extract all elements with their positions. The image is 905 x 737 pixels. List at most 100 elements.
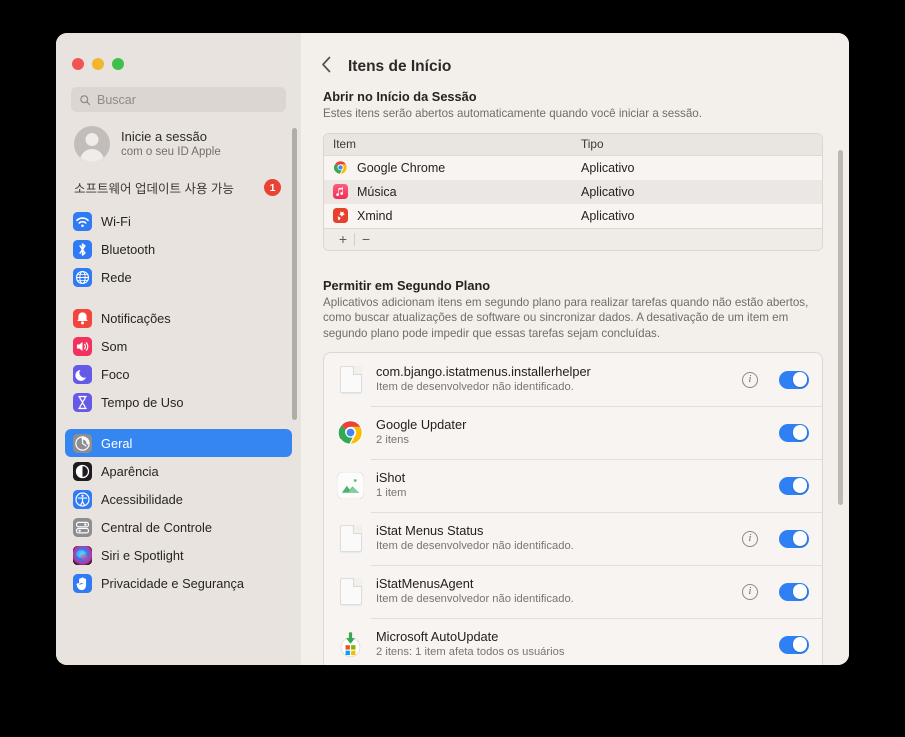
remove-item-button[interactable]: − [355,232,377,246]
sidebar-item-som[interactable]: Som [65,332,292,360]
background-item-name: iStat Menus Status [376,523,484,538]
sidebar-scrollbar[interactable] [292,128,297,420]
sidebar-item-geral[interactable]: Geral [65,429,292,457]
document-icon [337,578,364,605]
background-item-toggle[interactable] [779,423,809,442]
sidebar-item-label: Tempo de Uso [101,394,184,410]
sidebar-item-label: Bluetooth [101,241,156,257]
search-container: Buscar [56,75,301,112]
startup-item-type: Aplicativo [581,160,635,175]
background-items-list: com.bjango.istatmenus.installerhelper Ite… [323,352,823,665]
sidebar-item-apar-ncia[interactable]: Aparência [65,457,292,485]
status-badge: 1 [264,179,281,196]
sidebar-item-foco[interactable]: Foco [65,360,292,388]
background-item-toggle[interactable] [779,529,809,548]
sidebar-item-label: Notificações [101,310,171,326]
add-item-button[interactable]: + [332,232,354,246]
gear-icon [73,433,92,453]
apple-id-signin[interactable]: Inicie a sessão com o seu ID Apple [56,112,301,172]
sidebar-item-label: Som [101,338,128,354]
sidebar-item-wi-fi[interactable]: Wi-Fi [65,207,292,235]
background-item-subtitle: 2 itens: 1 item afeta todos os usuários [376,646,565,658]
close-button[interactable] [72,58,84,70]
software-update-label: 소프트웨어 업데이트 사용 가능 [74,182,234,196]
background-item-name: Microsoft AutoUpdate [376,629,499,644]
table-row[interactable]: Google Chrome Aplicativo [324,156,822,180]
background-section-description: Aplicativos adicionam itens em segundo p… [323,295,809,340]
document-icon [337,366,364,393]
sidebar-item-rede[interactable]: Rede [65,263,292,291]
table-row[interactable]: Xmind Aplicativo [324,204,822,228]
startup-item-type: Aplicativo [581,184,635,199]
sidebar-item-label: Wi-Fi [101,213,131,229]
background-item-toggle[interactable] [779,582,809,601]
wifi-icon [73,211,92,231]
chrome-icon [333,160,348,175]
info-icon[interactable]: i [742,371,758,388]
background-item-subtitle: Item de desenvolvedor não identificado. [376,381,574,393]
siri-icon [73,545,92,565]
background-item-row: Microsoft AutoUpdate 2 itens: 1 item afet… [324,618,822,665]
settings-scroll-area: Abrir no Início da Sessão Estes itens se… [301,81,849,665]
sidebar-item-privacidade-e-seguran-a[interactable]: Privacidade e Segurança [65,569,292,597]
table-row[interactable]: Música Aplicativo [324,179,822,204]
avatar [74,126,110,162]
xmind-icon [333,208,348,223]
sidebar-item-notifica-es[interactable]: Notificações [65,304,292,332]
column-header-type: Tipo [581,137,604,151]
sidebar-item-bluetooth[interactable]: Bluetooth [65,235,292,263]
sidebar-item-tempo-de-uso[interactable]: Tempo de Uso [65,388,292,416]
background-section-title: Permitir em Segundo Plano [323,277,491,293]
software-update-notice[interactable]: 소프트웨어 업데이트 사용 가능 1 [56,172,301,201]
document-icon [337,525,364,552]
background-item-row: Google Updater 2 itens [324,406,822,459]
zoom-button[interactable] [112,58,124,70]
table-footer: + − [324,227,822,250]
signin-title: Inicie a sessão [121,128,207,144]
bell-icon [73,308,92,328]
startup-item-name: Música [357,184,397,199]
info-icon[interactable]: i [742,583,758,600]
sidebar-item-label: Siri e Spotlight [101,547,184,563]
sidebar-group-0: Wi-Fi Bluetooth Rede [56,207,301,291]
appearance-icon [73,461,92,481]
sidebar-item-acessibilidade[interactable]: Acessibilidade [65,485,292,513]
hand-icon [73,573,92,593]
main-content: Itens de Início Abrir no Início da Sessã… [301,33,849,665]
sidebar-item-label: Acessibilidade [101,491,183,507]
back-button[interactable] [319,54,334,80]
background-item-row: iStatMenusAgent Item de desenvolvedor não… [324,565,822,618]
minimize-button[interactable] [92,58,104,70]
hourglass-icon [73,392,92,412]
sidebar-item-siri-e-spotlight[interactable]: Siri e Spotlight [65,541,292,569]
sidebar-item-central-de-controle[interactable]: Central de Controle [65,513,292,541]
sidebar-item-label: Rede [101,269,132,285]
background-item-name: iStatMenusAgent [376,576,474,591]
background-item-name: Google Updater [376,417,467,432]
speaker-icon [73,336,92,356]
search-placeholder: Buscar [97,92,136,107]
startup-section-description: Estes itens serão abertos automaticament… [323,107,702,120]
sidebar-nav: Wi-Fi Bluetooth Rede Notificações Som Foco Tem… [56,207,301,597]
background-item-subtitle: 2 itens [376,434,409,446]
background-item-toggle[interactable] [779,635,809,654]
background-item-name: com.bjango.istatmenus.installerhelper [376,364,591,379]
background-item-toggle[interactable] [779,370,809,389]
music-icon [333,184,348,199]
sidebar-item-label: Central de Controle [101,519,212,535]
background-item-row: iShot 1 item [324,459,822,512]
signin-subtitle: com o seu ID Apple [121,145,221,158]
search-input[interactable]: Buscar [71,87,286,112]
info-icon[interactable]: i [742,530,758,547]
background-item-toggle[interactable] [779,476,809,495]
sidebar-item-label: Geral [101,435,133,451]
screen-background [0,665,905,737]
sidebar-fade [56,651,301,665]
autoupdate-icon [337,631,364,658]
main-scrollbar[interactable] [838,150,843,505]
search-icon [79,94,91,106]
sidebar: Buscar Inicie a sessão com o seu ID Appl… [56,33,301,665]
sidebar-item-label: Aparência [101,463,159,479]
startup-item-name: Xmind [357,208,393,223]
ishot-icon [336,471,365,500]
